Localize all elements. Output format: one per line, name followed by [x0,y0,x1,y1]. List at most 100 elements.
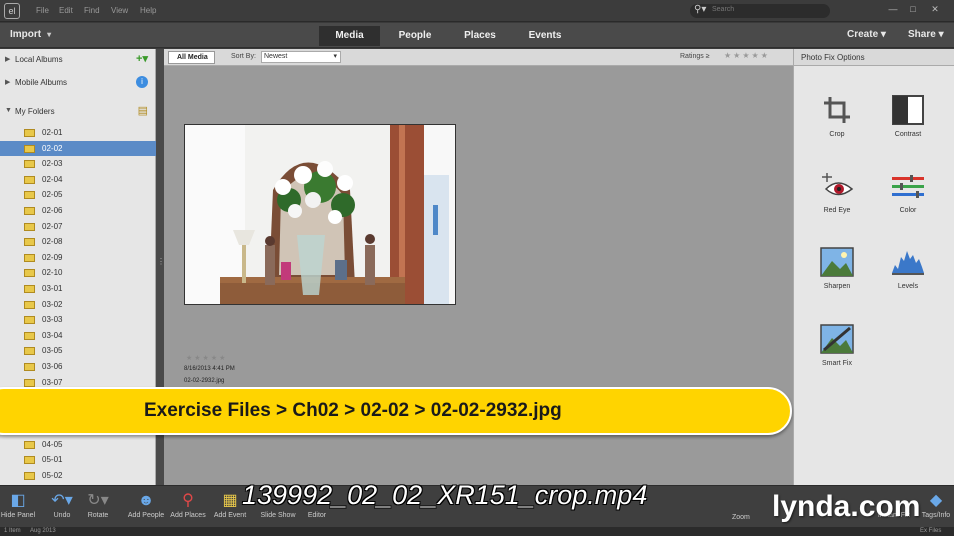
slide-show-label: Slide Show [260,512,296,519]
file-path-text: Exercise Files > Ch02 > 02-02 > 02-02-29… [144,400,562,421]
sort-value: Newest [264,53,288,60]
folder-item[interactable]: 02-03 [0,156,156,172]
my-folders-header[interactable]: ▼ My Folders ▤ [0,101,156,123]
folder-item[interactable]: 03-02 [0,297,156,313]
ratings-operator: ≥ [705,53,710,60]
menu-help[interactable]: Help [140,6,156,15]
sharpen-fix-button[interactable]: Sharpen [807,247,867,290]
contrast-icon [892,95,924,125]
folder-label: 03-07 [42,377,63,387]
folder-item[interactable]: 02-06 [0,203,156,219]
import-button[interactable]: Import ▾ [10,29,51,40]
menu-find[interactable]: Find [84,6,100,15]
minimize-button[interactable]: — [886,3,900,15]
search-input[interactable]: ⚲▾ Search [690,4,830,18]
folder-item[interactable]: 03-04 [0,328,156,344]
folder-label: 02-02 [42,143,63,153]
crop-fix-button[interactable]: Crop [807,95,867,138]
ratings-text: Ratings [680,53,704,60]
info-icon[interactable]: i [136,76,148,88]
folder-icon [24,191,35,200]
ex-files-label: Ex Files [920,528,942,534]
create-button[interactable]: Create ▾ [847,29,886,40]
folder-icon [24,472,35,481]
folder-item[interactable]: 02-01 [0,125,156,141]
folder-icon [24,206,35,215]
menu-view[interactable]: View [111,6,128,15]
share-button[interactable]: Share ▾ [908,29,944,40]
color-fix-button[interactable]: Color [878,173,938,214]
title-bar: el File Edit Find View Help ⚲▾ Search — … [0,0,954,22]
editor-label: Editor [307,512,327,519]
photo-rating-stars[interactable]: ★★★★★ [186,354,227,362]
photo-thumbnail[interactable] [184,124,456,305]
folder-label: 02-08 [42,237,63,247]
color-sliders-icon [892,175,924,198]
menu-file[interactable]: File [36,6,49,15]
close-button[interactable]: ✕ [928,3,942,15]
photo-date: 8/16/2013 4:41 PM [184,366,235,372]
status-date: Aug 2013 [30,528,56,534]
folder-view-icon[interactable]: ▤ [138,104,148,117]
color-label: Color [899,207,917,214]
folder-icon [24,316,35,325]
folder-item[interactable]: 02-04 [0,172,156,188]
maximize-button[interactable]: □ [906,3,920,15]
levels-fix-button[interactable]: Levels [878,247,938,290]
local-albums-header[interactable]: ▶ Local Albums +▾ [0,49,156,71]
folder-item[interactable]: 05-02 [0,468,156,484]
folder-icon [24,129,35,137]
add-people-button[interactable]: ☻ Add People [124,490,168,519]
all-media-button[interactable]: All Media [168,51,215,64]
folder-label: 03-05 [42,346,63,356]
photo-fix-title: Photo Fix Options [794,49,954,66]
folder-icon [24,144,35,153]
tab-people[interactable]: People [384,26,446,46]
folder-item[interactable]: 02-10 [0,265,156,281]
tab-events[interactable]: Events [514,26,576,46]
folder-item[interactable]: 03-01 [0,281,156,297]
menu-edit[interactable]: Edit [59,6,73,15]
folder-item[interactable]: 03-05 [0,343,156,359]
contrast-fix-button[interactable]: Contrast [878,95,938,138]
mobile-albums-label: Mobile Albums [15,78,68,87]
red-eye-label: Red Eye [823,207,851,214]
folder-item[interactable]: 03-06 [0,359,156,375]
import-label: Import [10,29,42,40]
rotate-button[interactable]: ↻▾ Rotate [76,490,120,519]
folder-label: 04-05 [42,439,63,449]
my-folders-label: My Folders [15,107,55,116]
share-label: Share [908,29,936,40]
mobile-albums-header[interactable]: ▶ Mobile Albums i [0,72,156,94]
sort-select[interactable]: Newest ▾ [261,51,341,63]
add-album-icon[interactable]: +▾ [136,52,148,65]
smart-fix-button[interactable]: Smart Fix [807,324,867,367]
hide-panel-button[interactable]: ◧ Hide Panel [0,490,40,519]
folder-item[interactable]: 03-03 [0,312,156,328]
folder-icon [24,222,35,231]
tab-media[interactable]: Media [319,26,380,46]
add-people-label: Add People [127,512,165,519]
folder-label: 03-03 [42,315,63,325]
folder-icon [24,331,35,340]
folder-icon [24,300,35,309]
red-eye-fix-button[interactable]: Red Eye [807,173,867,214]
folder-item[interactable]: 02-02 [0,140,156,157]
folder-item[interactable]: 02-05 [0,187,156,203]
local-albums-label: Local Albums [15,55,63,64]
folder-item[interactable]: 02-08 [0,234,156,250]
folder-item[interactable]: 05-01 [0,452,156,468]
ratings-label: Ratings ≥ [680,53,710,60]
folder-label: 02-05 [42,190,63,200]
folder-label: 02-07 [42,221,63,231]
undo-label: Undo [53,512,71,519]
folder-label: 05-01 [42,455,63,465]
folder-item[interactable]: 02-07 [0,219,156,235]
tab-places[interactable]: Places [450,26,510,46]
folder-item[interactable]: 04-05 [0,437,156,453]
ratings-filter-stars[interactable]: ★★★★★ [724,51,770,60]
add-places-button[interactable]: ⚲ Add Places [166,490,210,519]
folder-item[interactable]: 02-09 [0,250,156,266]
photo-filename: 02-02-2932.jpg [184,378,225,384]
chevron-down-icon: ▾ [333,53,337,60]
